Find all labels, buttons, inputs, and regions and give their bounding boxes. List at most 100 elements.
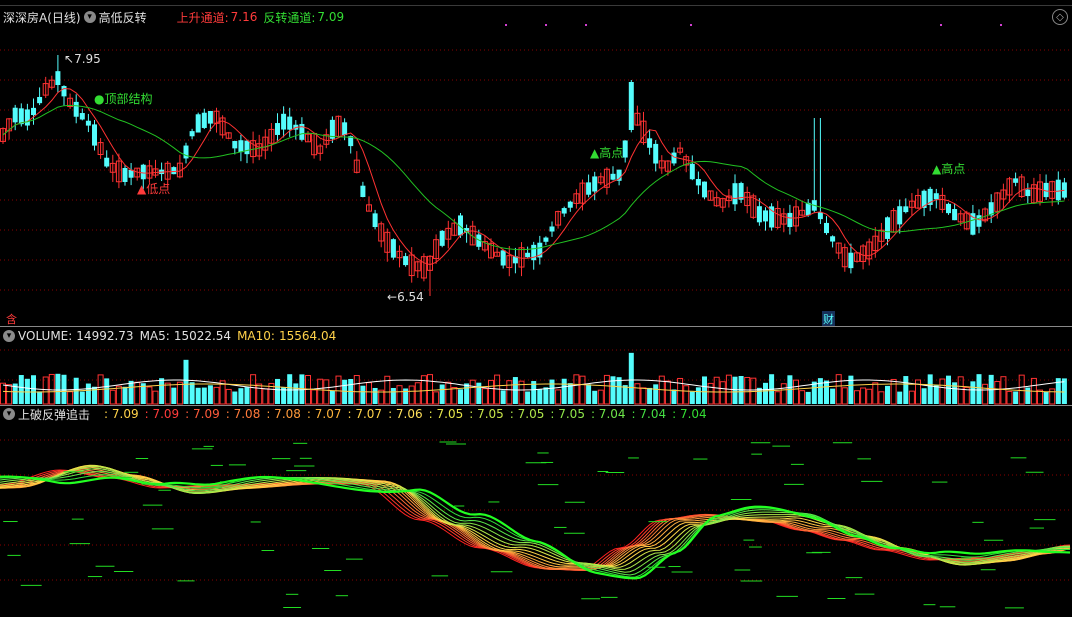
ma10-label: MA10: xyxy=(237,329,275,343)
candle-body xyxy=(1061,182,1067,198)
reverse-channel-label: 反转通道: xyxy=(263,10,316,25)
volume-bar xyxy=(860,387,867,405)
chevron-down-icon[interactable]: ▾ xyxy=(3,408,15,420)
volume-bar xyxy=(275,378,280,404)
volume-bar xyxy=(451,387,458,405)
candle-body xyxy=(24,109,30,126)
low-price-annotation: ←6.54 xyxy=(387,290,424,304)
event-marker-right[interactable]: 财 xyxy=(822,311,835,327)
volume-bar xyxy=(323,379,330,405)
candle-body xyxy=(232,141,238,149)
ma10-value: 15564.04 xyxy=(278,329,337,343)
candle-body xyxy=(37,96,43,104)
settings-icon[interactable]: ◇ xyxy=(1052,9,1068,25)
candle-body xyxy=(79,113,85,120)
volume-bar xyxy=(61,374,67,404)
volume-bar xyxy=(537,389,543,404)
candle-body xyxy=(287,116,293,130)
volume-bar xyxy=(159,378,165,404)
high-point-label-1: ▲高点 xyxy=(590,146,624,160)
volume-value: 14992.73 xyxy=(76,329,134,343)
candle-body xyxy=(695,178,701,186)
indicator-name[interactable]: 高低反转 xyxy=(99,9,147,26)
volume-bar xyxy=(664,380,671,405)
candle-body xyxy=(12,107,18,123)
signal-dot xyxy=(585,24,587,26)
low-price-value: 6.54 xyxy=(397,290,424,304)
volume-bar xyxy=(824,380,829,404)
signal-dot xyxy=(1000,24,1002,26)
volume-bar xyxy=(878,391,885,405)
candle-body xyxy=(946,203,951,214)
volume-bar xyxy=(982,383,989,405)
candle-body xyxy=(342,122,348,136)
volume-bar xyxy=(244,387,250,404)
osc-panel-header: ▾ 上破反弹追击 : 7.09: 7.09: 7.09: 7.08: 7.08:… xyxy=(0,406,713,422)
chevron-down-icon[interactable]: ▾ xyxy=(3,330,15,342)
volume-bar xyxy=(592,390,598,404)
volume-bar xyxy=(885,385,890,404)
candle-body xyxy=(610,173,616,180)
volume-bar xyxy=(622,385,628,404)
candle-body xyxy=(92,124,97,146)
candle-body xyxy=(189,131,195,137)
volume-bar xyxy=(634,383,641,405)
candle-body xyxy=(567,201,573,208)
high-price-value: 7.95 xyxy=(74,52,101,66)
osc-ribbon-line xyxy=(0,470,1071,572)
volume-bar xyxy=(713,376,720,405)
volume-bar xyxy=(835,374,842,405)
volume-bar xyxy=(85,383,91,404)
candle-body xyxy=(238,140,244,153)
volume-bar xyxy=(500,390,506,404)
volume-bar xyxy=(488,379,494,405)
event-marker-left[interactable]: 含 xyxy=(6,311,17,327)
volume-bar xyxy=(24,378,30,404)
candle-body xyxy=(653,143,659,164)
candle-body xyxy=(390,239,396,258)
volume-bar xyxy=(897,391,903,404)
volume-bar xyxy=(225,388,232,405)
volume-bar xyxy=(232,391,238,404)
candle-body xyxy=(122,168,128,182)
volume-bar xyxy=(1043,391,1049,404)
volume-bar xyxy=(890,378,897,405)
candle-body xyxy=(830,236,836,242)
volume-bar xyxy=(79,391,85,404)
osc-ribbon-line xyxy=(0,475,1071,580)
candle-body xyxy=(207,110,213,124)
volume-bar xyxy=(433,391,440,405)
candle-body xyxy=(61,86,67,97)
candle-body xyxy=(805,202,811,216)
chevron-down-icon[interactable]: ▾ xyxy=(83,11,96,23)
volume-bar xyxy=(408,385,415,405)
volume-bar xyxy=(653,384,659,404)
volume-bar xyxy=(647,387,653,404)
volume-bar xyxy=(671,389,677,404)
volume-bar xyxy=(262,388,269,405)
volume-bar xyxy=(6,384,13,405)
candle-body xyxy=(592,176,598,192)
volume-bar xyxy=(719,381,726,405)
candle-body xyxy=(55,71,61,86)
kline-chart[interactable] xyxy=(0,0,1072,617)
volume-bar xyxy=(927,374,933,404)
candle-body xyxy=(763,210,768,222)
volume-bar xyxy=(1037,389,1043,405)
volume-bar xyxy=(476,382,482,404)
candle-body xyxy=(403,256,409,266)
volume-bar xyxy=(414,382,421,405)
volume-bar xyxy=(933,385,939,404)
volume-bar xyxy=(18,375,24,404)
candle-body xyxy=(702,181,707,198)
osc-value: : 7.05 xyxy=(550,407,585,421)
volume-bar xyxy=(970,381,976,404)
osc-value: : 7.06 xyxy=(388,407,423,421)
candle-body xyxy=(885,217,890,239)
volume-bar xyxy=(799,390,806,405)
volume-bar xyxy=(207,385,213,404)
volume-bar xyxy=(403,388,409,404)
volume-bar xyxy=(109,389,116,405)
signal-dot xyxy=(690,24,692,26)
osc-value: : 7.05 xyxy=(469,407,504,421)
